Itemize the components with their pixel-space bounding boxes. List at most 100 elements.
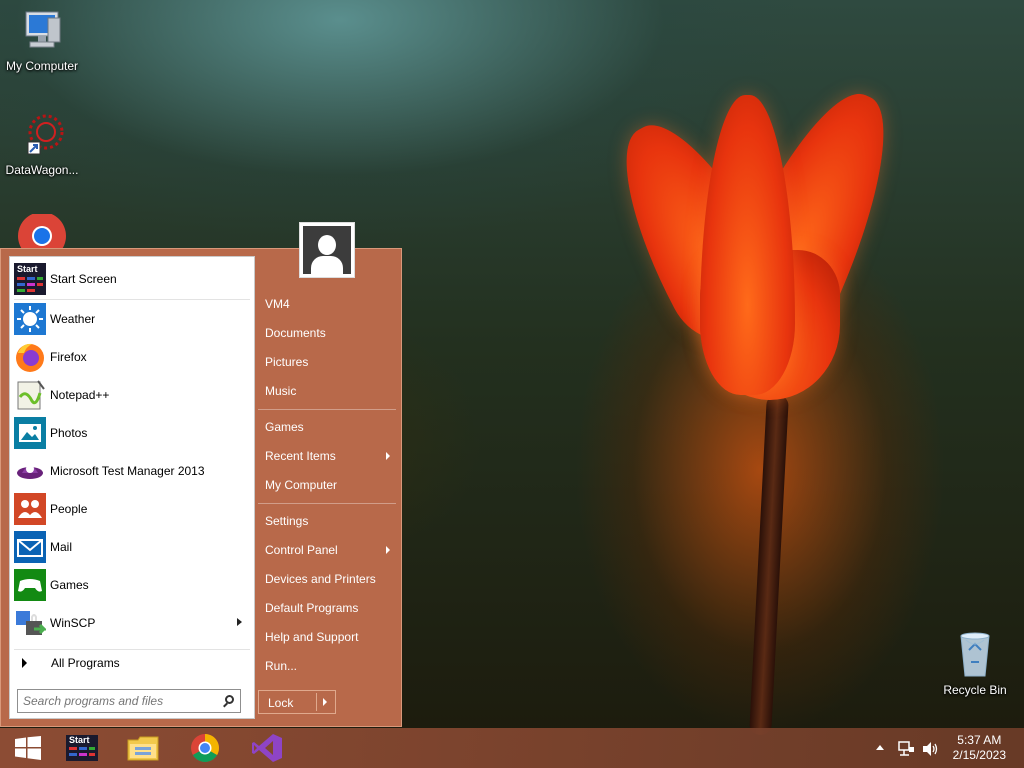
start-menu-link-default-programs[interactable]: Default Programs <box>265 601 358 615</box>
wallpaper-tulip-stem <box>749 394 789 736</box>
windows-logo-icon <box>15 736 41 760</box>
link-label: Documents <box>265 326 326 340</box>
start-menu-item-label: Microsoft Test Manager 2013 <box>50 464 205 478</box>
file-explorer-icon <box>127 736 159 761</box>
start-menu-item-mail[interactable]: Mail <box>14 530 250 564</box>
start-menu-link-settings[interactable]: Settings <box>265 514 308 528</box>
start-menu-link-music[interactable]: Music <box>265 384 296 398</box>
start-menu-item-label: Weather <box>50 312 96 326</box>
link-label: Run... <box>265 659 298 673</box>
search-icon[interactable] <box>225 695 234 704</box>
mail-icon <box>14 531 46 563</box>
search-input[interactable] <box>23 691 213 711</box>
start-menu-item-people[interactable]: People <box>14 492 250 526</box>
desktop-icon-recycle-bin[interactable]: Recycle Bin <box>933 630 1017 697</box>
desktop-icon-my-computer[interactable]: My Computer <box>0 8 84 73</box>
submenu-arrow-icon <box>237 618 242 626</box>
start-menu-link-documents[interactable]: Documents <box>265 326 326 340</box>
taskbar-start-text: Start <box>69 735 90 745</box>
search-box[interactable] <box>17 689 241 713</box>
start-menu-item-notepadpp[interactable]: Notepad++ <box>14 378 250 412</box>
network-tray-button[interactable] <box>897 728 915 768</box>
start-menu-item-firefox[interactable]: Firefox <box>14 340 250 374</box>
link-label: Devices and Printers <box>265 572 376 586</box>
start-menu-programs-pane: Start Start Screen Weather Firefox Notep… <box>9 256 255 719</box>
start-menu-item-label: WinSCP <box>50 616 96 630</box>
visual-studio-icon <box>252 734 282 762</box>
link-label: Music <box>265 384 297 398</box>
start-menu-item-label: Firefox <box>50 350 87 364</box>
clock-time: 5:37 AM <box>957 733 1002 747</box>
desktop-icon-label: DataWagon... <box>5 163 79 177</box>
start-menu-item-games[interactable]: Games <box>14 568 250 602</box>
start-menu-item-photos[interactable]: Photos <box>14 416 250 450</box>
link-label: Pictures <box>265 355 309 369</box>
all-programs-item[interactable]: All Programs <box>14 646 250 680</box>
taskbar-clock[interactable]: 5:37 AM 2/15/2023 <box>953 733 1006 763</box>
volume-tray-button[interactable] <box>921 728 939 768</box>
chrome-icon <box>18 212 66 260</box>
lock-button-divider <box>316 693 317 711</box>
start-menu-item-label: Photos <box>50 426 88 440</box>
datawagon-icon <box>27 114 64 155</box>
start-menu-item-weather[interactable]: Weather <box>14 302 250 336</box>
start-menu-item-label: Mail <box>50 540 73 554</box>
start-menu-item-label: People <box>50 502 88 516</box>
winscp-icon <box>16 611 46 635</box>
start-menu-item-label: Start Screen <box>50 272 117 286</box>
chevron-up-icon <box>876 745 884 750</box>
photos-icon <box>14 417 46 449</box>
lock-button-label: Lock <box>268 696 294 710</box>
user-avatar[interactable] <box>299 222 355 278</box>
taskbar-file-explorer-button[interactable] <box>115 728 171 768</box>
start-menu-link-run[interactable]: Run... <box>265 659 297 673</box>
link-label: Games <box>265 420 304 434</box>
start-menu-item-start-screen[interactable]: Start Start Screen <box>14 262 250 296</box>
taskbar-start-screen-button[interactable]: Start <box>54 728 110 768</box>
desktop-icon-label: My Computer <box>5 59 79 73</box>
start-menu-link-my-computer[interactable]: My Computer <box>265 478 337 492</box>
start-menu-link-control-panel[interactable]: Control Panel <box>265 543 390 557</box>
separator <box>14 299 250 300</box>
taskbar: Start 5:37 AM 2/15/2023 <box>0 728 1024 768</box>
speaker-icon <box>923 742 938 756</box>
link-label: Control Panel <box>265 543 338 557</box>
link-label: Settings <box>265 514 309 528</box>
link-label: Help and Support <box>265 630 359 644</box>
start-screen-icon: Start <box>14 263 46 295</box>
start-menu-item-test-manager[interactable]: Microsoft Test Manager 2013 <box>14 454 250 488</box>
start-menu: Start Start Screen Weather Firefox Notep… <box>0 248 402 727</box>
desktop-icon-chrome[interactable] <box>0 212 84 260</box>
taskbar-chrome-button[interactable] <box>177 728 233 768</box>
start-tile-text: Start <box>17 264 38 274</box>
taskbar-visual-studio-button[interactable] <box>239 728 295 768</box>
lock-button[interactable]: Lock <box>258 690 336 714</box>
start-menu-item-label: Games <box>50 578 89 592</box>
user-avatar-icon <box>303 226 351 274</box>
desktop-icon-label: Recycle Bin <box>943 683 1007 697</box>
wallpaper-petal <box>700 95 795 395</box>
start-menu-link-devices-printers[interactable]: Devices and Printers <box>265 572 376 586</box>
link-label: My Computer <box>265 478 338 492</box>
submenu-arrow-icon <box>386 546 390 554</box>
notepadpp-icon <box>17 380 45 410</box>
start-menu-link-games[interactable]: Games <box>265 420 304 434</box>
separator <box>258 409 396 410</box>
recycle-bin-icon <box>960 632 990 677</box>
desktop-icon-datawagon[interactable]: DataWagon... <box>0 112 84 177</box>
start-menu-item-winscp[interactable]: WinSCP <box>14 606 250 640</box>
start-menu-link-vm4[interactable]: VM4 <box>265 297 290 311</box>
start-menu-link-help-support[interactable]: Help and Support <box>265 630 358 644</box>
link-label: Default Programs <box>265 601 359 615</box>
link-label: Recent Items <box>265 449 336 463</box>
submenu-arrow-icon <box>386 452 390 460</box>
chrome-icon <box>191 734 219 762</box>
expand-arrow-icon <box>22 658 27 668</box>
start-button[interactable] <box>0 728 56 768</box>
start-menu-link-pictures[interactable]: Pictures <box>265 355 308 369</box>
lock-options-arrow-icon[interactable] <box>323 698 327 706</box>
network-icon <box>898 741 914 756</box>
clock-date: 2/15/2023 <box>952 748 1006 762</box>
people-icon <box>14 493 46 525</box>
start-menu-link-recent-items[interactable]: Recent Items <box>265 449 390 463</box>
